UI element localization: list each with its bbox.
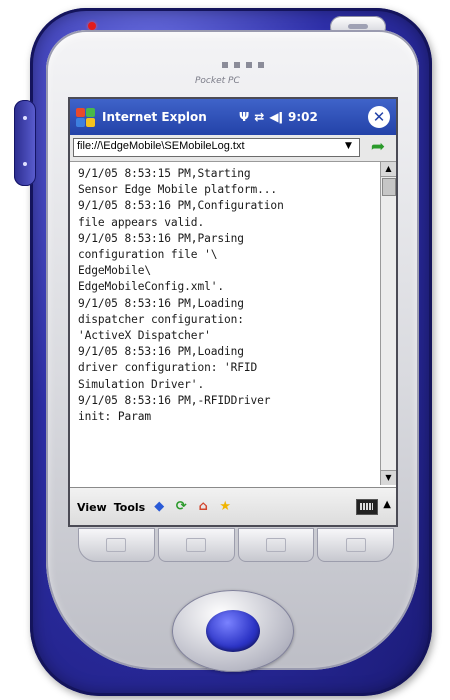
log-line: 9/1/05 8:53:15 PM,Starting [78,167,251,180]
windows-flag-icon [106,538,127,552]
log-line: driver configuration: 'RFID [78,361,258,375]
chevron-down-icon[interactable]: ▼ [345,141,352,151]
menu-tools[interactable]: Tools [114,501,145,514]
hw-button-calendar[interactable] [157,528,235,562]
log-line: 9/1/05 8:53:16 PM,Configuration [78,199,284,213]
speaker-grille [222,62,266,68]
hw-button-start[interactable] [78,528,155,562]
side-rocker[interactable] [14,100,36,186]
brand-label: Pocket PC [195,76,240,86]
log-line: Simulation Driver'. [78,377,205,391]
sync-arrows-icon[interactable]: ⇄ [254,110,264,124]
calendar-icon [186,538,207,552]
scroll-down-icon[interactable]: ▼ [381,470,396,485]
log-line: 9/1/05 8:53:16 PM,Parsing [78,231,244,245]
log-line: Sensor Edge Mobile platform... [78,183,278,197]
notification-led [88,22,96,30]
keyboard-icon[interactable] [356,499,378,515]
action-button[interactable] [206,610,260,652]
log-content: 9/1/05 8:53:15 PM,Starting Sensor Edge M… [70,162,380,485]
speaker-icon[interactable]: ◀ǀ [269,110,283,124]
refresh-icon[interactable]: ⟳ [173,499,189,515]
hardware-buttons [78,528,394,562]
home-icon[interactable]: ⌂ [195,499,211,515]
log-line: 'ActiveX Dispatcher' [78,329,211,343]
inbox-icon [345,538,366,552]
scroll-thumb[interactable] [382,178,396,196]
favorites-icon[interactable]: ★ [217,499,233,515]
windows-flag-icon[interactable] [75,106,97,128]
clock[interactable]: 9:02 [288,110,318,124]
app-title: Internet Explon [102,110,207,124]
log-line: 9/1/05 8:53:16 PM,Loading [78,345,244,359]
hw-button-contacts[interactable] [237,528,315,562]
rocker-dot-down [23,162,27,166]
log-line: EdgeMobileConfig.xml'. [78,280,224,294]
back-icon[interactable]: ◆ [151,499,167,515]
log-line: 9/1/05 8:53:16 PM,Loading [78,296,244,310]
address-input[interactable]: file://\EdgeMobile\SEMobileLog.txt [73,138,360,157]
log-line: init: Param [78,410,151,424]
menu-view[interactable]: View [77,501,107,514]
antenna-icon[interactable]: Ψ [239,110,249,124]
contacts-icon [265,538,286,552]
log-line: file appears valid. [78,215,205,229]
log-line: EdgeMobile\ [78,264,151,278]
log-line: 9/1/05 8:53:16 PM,-RFIDDriver [78,393,271,407]
go-arrow-icon[interactable]: ➦ [366,136,390,159]
log-line: configuration file '\ [78,248,218,262]
menu-bar: View Tools ◆ ⟳ ⌂ ★ ▲ [70,487,396,525]
rocker-dot-up [23,116,27,120]
keyboard-up-icon[interactable]: ▲ [383,499,391,510]
hw-button-inbox[interactable] [317,528,394,562]
log-line: dispatcher configuration: [78,312,244,326]
address-bar: file://\EdgeMobile\SEMobileLog.txt ▼ ➦ [70,135,396,162]
navigation-pad[interactable] [172,590,294,672]
close-icon[interactable]: ✕ [368,106,390,128]
scroll-up-icon[interactable]: ▲ [381,162,396,177]
device-screen: Internet Explon Ψ ⇄ ◀ǀ 9:02 ✕ file://\Ed… [68,97,398,527]
vertical-scrollbar[interactable]: ▲ ▼ [380,162,396,485]
titlebar: Internet Explon Ψ ⇄ ◀ǀ 9:02 ✕ [70,99,396,135]
